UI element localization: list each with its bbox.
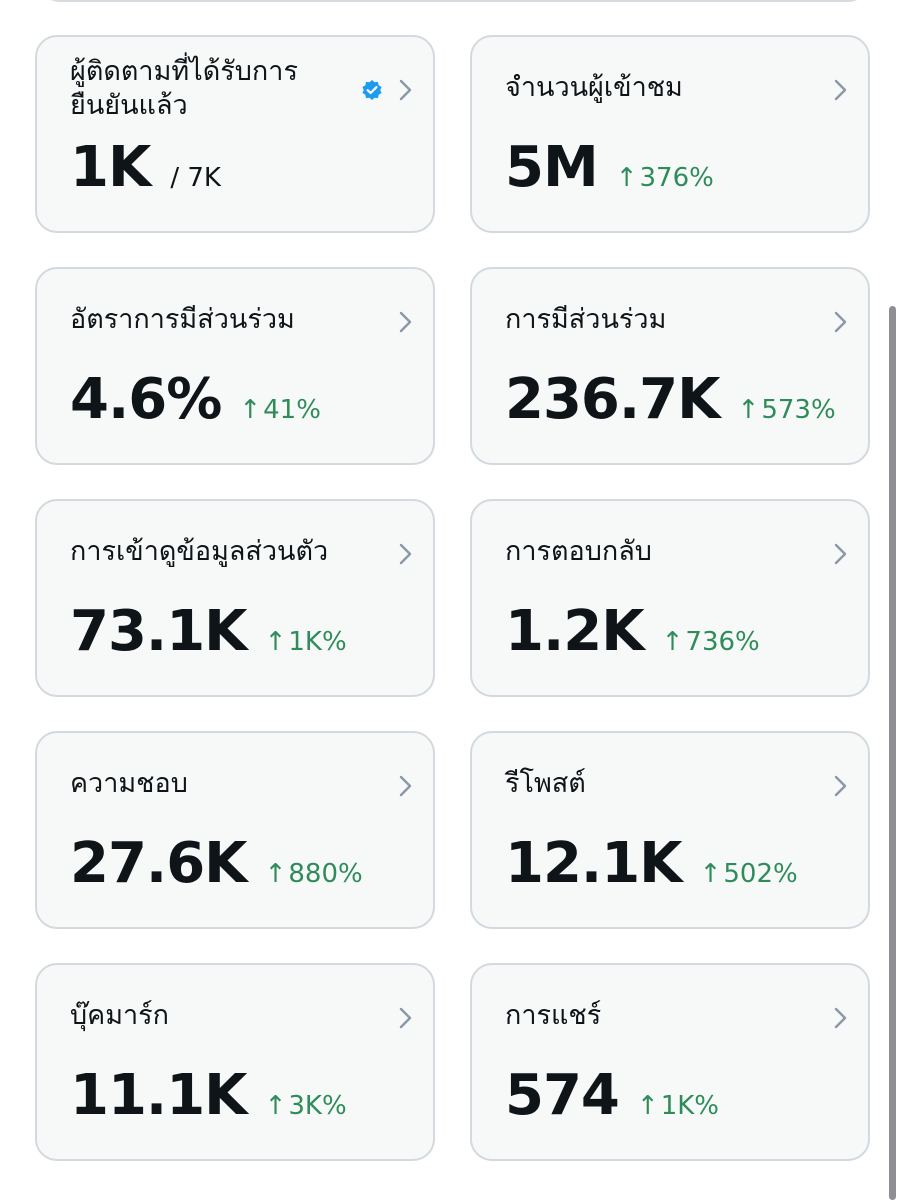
card-title: ความชอบ [70,768,188,799]
value-row: 11.1K ↑ 3K% [70,1061,347,1131]
previous-card-edge [38,0,870,2]
card-engagement-rate[interactable]: อัตราการมีส่วนร่วม 4.6% ↑ 41% [35,267,435,465]
metric-value: 12.1K [505,831,683,896]
arrow-up-icon: ↑ [699,859,722,889]
card-title: การแชร์ [505,1000,602,1031]
change-indicator: ↑ 573% [738,395,836,425]
change-percent: 502% [723,859,798,889]
arrow-up-icon: ↑ [661,627,684,657]
analytics-page: ผู้ติดตามที่ได้รับการยืนยันแล้ว 1K / 7K … [0,0,905,1200]
change-indicator: ↑ 736% [662,627,760,657]
card-bookmarks[interactable]: บุ๊คมาร์ก 11.1K ↑ 3K% [35,963,435,1161]
change-indicator: ↑ 3K% [265,1091,347,1121]
arrow-up-icon: ↑ [737,395,760,425]
change-indicator: ↑ 41% [239,395,321,425]
value-row: 4.6% ↑ 41% [70,365,321,435]
arrow-up-icon: ↑ [615,163,638,193]
chevron-right-icon [834,311,847,333]
card-shares[interactable]: การแชร์ 574 ↑ 1K% [470,963,870,1161]
arrow-up-icon: ↑ [264,859,287,889]
change-percent: 3K% [288,1091,347,1121]
card-title: การเข้าดูข้อมูลส่วนตัว [70,536,329,567]
value-row: 236.7K ↑ 573% [505,365,836,435]
metric-value: 4.6% [70,367,222,432]
card-likes[interactable]: ความชอบ 27.6K ↑ 880% [35,731,435,929]
chevron-right-icon [399,543,412,565]
chevron-right-icon [399,775,412,797]
change-percent: 736% [685,627,760,657]
arrow-up-icon: ↑ [636,1091,659,1121]
chevron-right-icon [834,543,847,565]
metrics-grid: ผู้ติดตามที่ได้รับการยืนยันแล้ว 1K / 7K … [35,35,870,1161]
change-indicator: ↑ 502% [700,859,798,889]
value-row: 1.2K ↑ 736% [505,597,760,667]
change-percent: 1K% [288,627,347,657]
card-title: จำนวนผู้เข้าชม [505,72,683,103]
card-verified-followers[interactable]: ผู้ติดตามที่ได้รับการยืนยันแล้ว 1K / 7K [35,35,435,233]
change-percent: 376% [639,163,714,193]
chevron-right-icon [834,775,847,797]
value-row: 73.1K ↑ 1K% [70,597,347,667]
value-row: 5M ↑ 376% [505,133,714,203]
metric-total: / 7K [170,163,221,193]
card-title: รีโพสต์ [505,768,586,799]
arrow-up-icon: ↑ [264,627,287,657]
card-reposts[interactable]: รีโพสต์ 12.1K ↑ 502% [470,731,870,929]
change-indicator: ↑ 1K% [265,627,347,657]
metric-value: 236.7K [505,367,721,432]
change-percent: 573% [761,395,836,425]
card-title: การมีส่วนร่วม [505,304,667,335]
metric-value: 11.1K [70,1063,248,1128]
value-row: 27.6K ↑ 880% [70,829,363,899]
metric-value: 574 [505,1063,620,1128]
change-indicator: ↑ 880% [265,859,363,889]
change-percent: 880% [288,859,363,889]
card-title: บุ๊คมาร์ก [70,1000,170,1031]
value-row: 574 ↑ 1K% [505,1061,719,1131]
card-title: การตอบกลับ [505,536,652,567]
scrollbar[interactable] [889,306,896,1200]
change-percent: 41% [263,395,321,425]
metric-value: 1K [70,135,151,200]
metric-value: 5M [505,135,599,200]
value-row: 1K / 7K [70,133,221,203]
card-replies[interactable]: การตอบกลับ 1.2K ↑ 736% [470,499,870,697]
arrow-up-icon: ↑ [239,395,262,425]
card-engagements[interactable]: การมีส่วนร่วม 236.7K ↑ 573% [470,267,870,465]
metric-value: 27.6K [70,831,248,896]
card-title: อัตราการมีส่วนร่วม [70,304,295,335]
card-profile-visits[interactable]: การเข้าดูข้อมูลส่วนตัว 73.1K ↑ 1K% [35,499,435,697]
chevron-right-icon [399,1007,412,1029]
chevron-right-icon [834,79,847,101]
card-impressions[interactable]: จำนวนผู้เข้าชม 5M ↑ 376% [470,35,870,233]
metric-value: 1.2K [505,599,645,664]
chevron-right-icon [399,79,412,101]
card-title: ผู้ติดตามที่ได้รับการยืนยันแล้ว [70,56,298,121]
metric-value: 73.1K [70,599,248,664]
chevron-right-icon [834,1007,847,1029]
change-percent: 1K% [660,1091,719,1121]
change-indicator: ↑ 376% [616,163,714,193]
verified-badge-icon [362,80,382,100]
value-row: 12.1K ↑ 502% [505,829,798,899]
chevron-right-icon [399,311,412,333]
change-indicator: ↑ 1K% [637,1091,719,1121]
arrow-up-icon: ↑ [264,1091,287,1121]
